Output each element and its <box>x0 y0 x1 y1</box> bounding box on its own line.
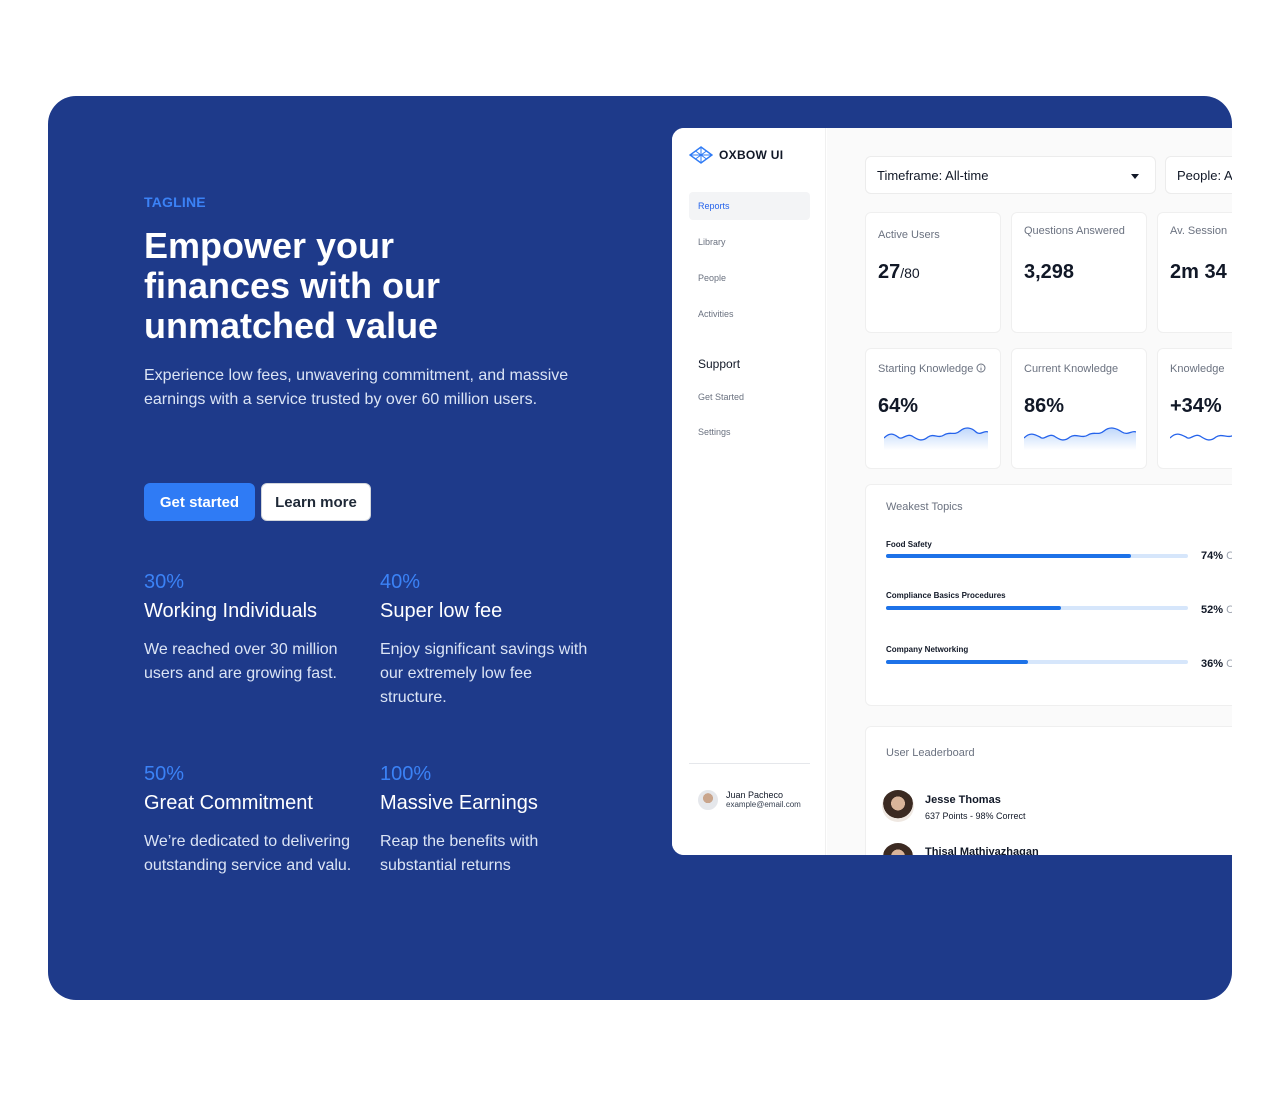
leader-detail: 637 Points - 98% Correct <box>925 811 1026 821</box>
metric-card-questions-answered: Questions Answered 3,298 <box>1011 212 1147 333</box>
sidebar-item-activities[interactable]: Activities <box>689 300 810 328</box>
topic-percent-trail: C <box>1226 604 1232 616</box>
topic-name: Company Networking <box>886 645 969 654</box>
metric-card-active-users: Active Users 27/80 <box>865 212 1001 333</box>
topic-name: Food Safety <box>886 540 932 549</box>
knowledge-label-text: Starting Knowledge <box>878 363 974 375</box>
stat-percent: 40% <box>380 571 421 593</box>
stat-percent: 30% <box>144 571 185 593</box>
stat-description: We’re dedicated to delivering outstandin… <box>144 833 352 874</box>
topic-percent-value: 36% <box>1201 658 1224 670</box>
knowledge-card-starting: Starting Knowledge 64% <box>865 348 1001 469</box>
stat-percent: 50% <box>144 763 185 785</box>
timeframe-select[interactable]: Timeframe: All-time <box>865 156 1156 194</box>
headline: Empower your finances with our unmatched… <box>144 225 441 346</box>
stat-description: Enjoy significant savings with our extre… <box>380 641 588 706</box>
sparkline-chart <box>1024 427 1136 450</box>
stat-title: Super low fee <box>380 600 503 622</box>
metric-label: Questions Answered <box>1024 225 1125 237</box>
stat-description: Reap the benefits with substantial retur… <box>380 833 539 874</box>
metric-label: Av. Session <box>1170 225 1228 237</box>
leader-name[interactable]: Jesse Thomas <box>925 794 1001 806</box>
stat-title: Massive Earnings <box>380 792 538 814</box>
stat-percent: 100% <box>380 763 432 785</box>
user-email: example@email.com <box>726 800 801 809</box>
topic-percent-trail: C <box>1226 550 1232 562</box>
topic-percent: 52% C <box>1201 604 1232 616</box>
caret-down-icon <box>1131 174 1139 179</box>
avatar <box>698 790 718 810</box>
sidebar-item-settings[interactable]: Settings <box>689 418 810 446</box>
brand-name: OXBOW UI <box>719 148 784 162</box>
user-leaderboard-panel: User Leaderboard Jesse Thomas 637 Points… <box>865 726 1232 855</box>
avatar <box>882 790 914 822</box>
metric-value-number: 27 <box>878 261 901 283</box>
metric-card-av-session: Av. Session 2m 34 <box>1157 212 1232 333</box>
topic-progress-fill <box>886 606 1062 610</box>
stat-massive-earnings: 100% Massive Earnings Reap the benefits … <box>380 762 600 878</box>
topic-progress-fill <box>886 554 1131 558</box>
knowledge-value: +34% <box>1170 395 1222 417</box>
metric-value-suffix: /80 <box>900 265 920 281</box>
topic-progress-bar <box>886 606 1188 610</box>
sparkline-chart <box>1170 433 1232 441</box>
sidebar-item-people[interactable]: People <box>689 264 810 292</box>
dashboard-preview: OXBOW UI Reports Library People Activiti… <box>672 128 1232 855</box>
sidebar-item-library[interactable]: Library <box>689 228 810 256</box>
panel-title: Weakest Topics <box>886 501 963 513</box>
panel-title: User Leaderboard <box>886 747 975 759</box>
get-started-button[interactable]: Get started <box>144 483 255 521</box>
knowledge-value: 64% <box>878 395 919 417</box>
stat-title: Working Individuals <box>144 600 318 622</box>
leader-name[interactable]: Thisal Mathiyazhagan <box>925 846 1039 855</box>
sidebar-item-get-started[interactable]: Get Started <box>689 383 810 411</box>
learn-more-button[interactable]: Learn more <box>261 483 371 521</box>
hero-subtext: Experience low fees, unwavering commitme… <box>144 367 569 408</box>
people-value: People: A <box>1177 167 1232 183</box>
knowledge-label: Starting Knowledge <box>878 363 986 375</box>
topic-progress-fill <box>886 660 1028 664</box>
knowledge-label: Knowledge <box>1170 363 1225 375</box>
metric-value: 2m 34 <box>1170 261 1227 283</box>
stat-great-commitment: 50% Great Commitment We’re dedicated to … <box>144 762 364 878</box>
metric-value: 27/80 <box>878 261 920 284</box>
stat-working-individuals: 30% Working Individuals We reached over … <box>144 570 364 686</box>
sidebar-divider <box>689 763 810 764</box>
topic-percent-value: 74% <box>1201 550 1224 562</box>
stat-super-low-fee: 40% Super low fee Enjoy significant savi… <box>380 570 600 710</box>
weakest-topics-panel: Weakest Topics Food Safety 74% C Complia… <box>865 484 1232 706</box>
user-name: Juan Pacheco <box>726 790 784 800</box>
metric-label: Active Users <box>878 229 940 241</box>
lattice-logo-icon <box>689 146 713 164</box>
sidebar: OXBOW UI Reports Library People Activiti… <box>672 128 826 855</box>
topic-percent-value: 52% <box>1201 604 1224 616</box>
sidebar-item-reports[interactable]: Reports <box>689 192 810 220</box>
hero-section: TAGLINE Empower your finances with our u… <box>48 96 1232 1000</box>
topic-percent-trail: C <box>1226 658 1232 670</box>
timeframe-value: Timeframe: All-time <box>877 167 989 183</box>
topic-percent: 74% C <box>1201 550 1232 562</box>
brand-logo[interactable]: OXBOW UI <box>689 146 783 164</box>
user-profile[interactable]: Juan Pacheco example@email.com <box>698 790 801 810</box>
topic-progress-bar <box>886 660 1188 664</box>
knowledge-card-current: Current Knowledge 86% <box>1011 348 1147 469</box>
avatar <box>882 843 914 855</box>
sparkline-chart <box>884 427 988 450</box>
topic-name: Compliance Basics Procedures <box>886 591 1006 600</box>
metric-value: 3,298 <box>1024 261 1075 283</box>
dashboard-main: Timeframe: All-time People: A Active Use… <box>827 128 1232 855</box>
stat-title: Great Commitment <box>144 792 313 814</box>
knowledge-value: 86% <box>1024 395 1065 417</box>
topic-progress-bar <box>886 554 1188 558</box>
knowledge-card-change: Knowledge +34% <box>1157 348 1232 469</box>
stat-description: We reached over 30 million users and are… <box>144 641 338 682</box>
info-icon[interactable] <box>976 363 986 373</box>
support-heading: Support <box>698 357 741 371</box>
people-select[interactable]: People: A <box>1165 156 1232 194</box>
tagline: TAGLINE <box>144 194 206 210</box>
knowledge-label: Current Knowledge <box>1024 363 1119 375</box>
topic-percent: 36% C <box>1201 658 1232 670</box>
